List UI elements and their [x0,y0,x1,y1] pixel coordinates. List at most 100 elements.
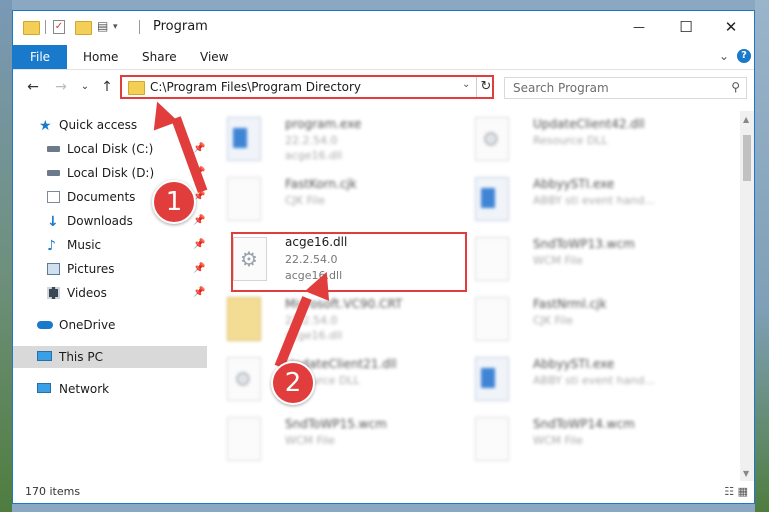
customize-quick-access-icon[interactable]: ▤ [97,19,113,35]
sidebar-item-music[interactable]: ♪ Music 📌 [13,234,207,256]
desktop-background [0,0,12,512]
pin-icon[interactable]: 📌 [193,234,205,256]
sidebar-item-local-disk-c[interactable]: Local Disk (C:) 📌 [13,138,207,160]
sidebar-item-label: Videos [67,286,107,300]
file-name: AbbyySTI.exe [533,357,615,371]
refresh-button[interactable]: ↻ [476,77,495,97]
drive-icon [47,146,60,152]
file-name: FastNrml.cjk [533,297,607,311]
sidebar-item-onedrive[interactable]: OneDrive [13,314,207,336]
file-item[interactable]: FastKorn.cjk CJK File [209,173,449,229]
step-2-badge: 2 [271,361,315,405]
minimize-button[interactable]: — [616,11,662,43]
address-path[interactable]: C:\Program Files\Program Directory [150,80,361,94]
pictures-icon [47,263,60,275]
navigation-pane: ★ Quick access Local Disk (C:) 📌 Local D… [13,111,208,481]
search-icon[interactable]: ⚲ [731,80,740,94]
file-item[interactable]: SndToWP14.wcm WCM File [457,413,697,469]
drive-icon [47,170,60,176]
file-item[interactable]: Microsoft.VC90.CRT 22.2.54.0 acge16.dll [209,293,449,349]
address-bar[interactable]: C:\Program Files\Program Directory ⌄ ↻ [120,75,494,99]
scrollbar-thumb[interactable] [743,135,751,181]
file-name: SndToWP15.wcm [285,417,387,431]
dll-icon [475,117,509,161]
expand-ribbon-icon[interactable]: ⌄ [719,49,729,63]
file-type: Resource DLL [533,134,608,147]
application-icon [227,117,261,161]
file-name: AbbyySTI.exe [533,177,615,191]
file-item[interactable]: AbbyySTI.exe ABBY sti event hand... [457,173,697,229]
file-item[interactable]: program.exe 22.2.54.0 acge16.dll [209,113,449,169]
file-list: program.exe 22.2.54.0 acge16.dll UpdateC… [209,111,739,477]
file-icon [475,237,509,281]
pin-icon[interactable]: 📌 [193,282,205,304]
vertical-scrollbar[interactable]: ▲ ▼ [740,111,754,481]
file-description: acge16.dll [285,149,343,162]
properties-icon[interactable]: ✓ [53,20,65,34]
chevron-down-icon[interactable]: ▾ [113,22,129,38]
search-placeholder: Search Program [513,81,609,95]
tab-home[interactable]: Home [83,45,118,69]
status-bar: 170 items ☷ ▦ [13,481,754,503]
sidebar-item-label: Local Disk (D:) [67,166,155,180]
file-icon [475,417,509,461]
sidebar-item-label: This PC [59,350,103,364]
maximize-button[interactable]: ☐ [663,11,709,43]
application-icon [475,357,509,401]
file-item[interactable]: SndToWP13.wcm WCM File [457,233,697,289]
close-button[interactable]: ✕ [708,11,754,43]
file-name: SndToWP14.wcm [533,417,635,431]
up-button[interactable]: ↑ [97,77,117,97]
sidebar-item-label: Network [59,382,110,396]
cloud-icon [37,321,53,329]
recent-locations-button[interactable]: ⌄ [75,77,95,97]
file-version: 22.2.54.0 [285,134,338,147]
tab-view[interactable]: View [200,45,228,69]
sidebar-item-this-pc[interactable]: This PC [13,346,207,368]
file-item[interactable]: AbbyySTI.exe ABBY sti event hand... [457,353,697,409]
toolbar-divider [45,20,46,34]
download-icon: ↓ [47,214,59,230]
explorer-window: ✓ ▤ ▾ Program — ☐ ✕ File Home Share View… [12,10,755,504]
forward-button[interactable]: → [51,77,71,97]
pin-icon[interactable]: 📌 [193,258,205,280]
sidebar-item-label: Downloads [67,214,133,228]
sidebar-item-label: Pictures [67,262,115,276]
sidebar-item-network[interactable]: Network [13,378,207,400]
back-button[interactable]: ← [23,77,43,97]
folder-icon [227,297,261,341]
sidebar-item-label: OneDrive [59,318,116,332]
file-item[interactable]: UpdateClient21.dll Resource DLL [209,353,449,409]
star-icon: ★ [39,118,52,134]
folder-icon [128,81,145,95]
file-description: ABBY sti event hand... [533,194,655,207]
file-item[interactable]: FastNrml.cjk CJK File [457,293,697,349]
sidebar-item-label: Local Disk (C:) [67,142,154,156]
search-input[interactable]: Search Program ⚲ [504,77,747,99]
help-icon[interactable]: ? [737,49,751,63]
view-toggle-icons[interactable]: ☷ ▦ [724,485,748,498]
tab-file[interactable]: File [13,45,67,69]
scroll-up-icon[interactable]: ▲ [743,115,749,124]
pin-icon[interactable]: 📌 [193,210,205,232]
folder-icon [23,19,40,35]
scroll-down-icon[interactable]: ▼ [743,469,749,478]
sidebar-item-label: Quick access [59,118,138,132]
file-icon [227,417,261,461]
sidebar-item-videos[interactable]: Videos 📌 [13,282,207,304]
item-count: 170 items [25,485,81,498]
file-item[interactable]: SndToWP15.wcm WCM File [209,413,449,469]
sidebar-item-pictures[interactable]: Pictures 📌 [13,258,207,280]
dll-icon [227,357,261,401]
tab-share[interactable]: Share [142,45,177,69]
ribbon: File Home Share View ⌄ ? [13,43,754,70]
desktop-background-right [755,0,769,512]
new-folder-icon[interactable] [75,19,92,35]
file-item[interactable]: UpdateClient42.dll Resource DLL [457,113,697,169]
file-name: FastKorn.cjk [285,177,357,191]
documents-icon [47,191,60,203]
chevron-down-icon[interactable]: ⌄ [462,79,470,90]
music-icon: ♪ [47,238,56,254]
network-icon [37,383,51,393]
file-icon [227,177,261,221]
